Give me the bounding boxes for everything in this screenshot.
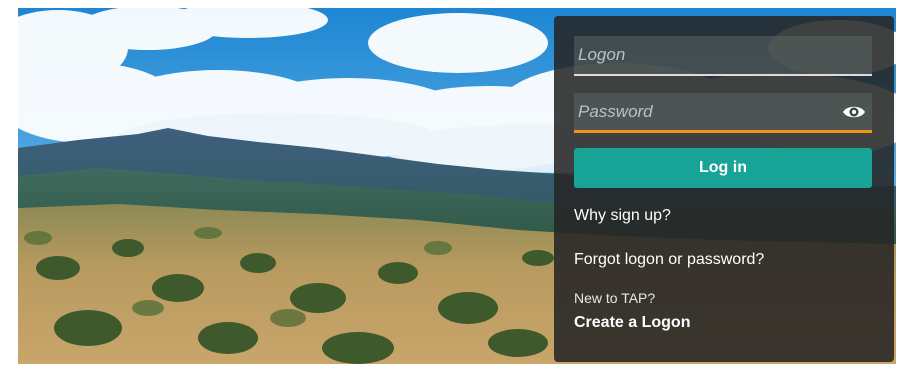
login-button[interactable]: Log in xyxy=(574,148,872,188)
password-input[interactable] xyxy=(574,93,872,130)
eye-icon[interactable] xyxy=(842,103,866,121)
new-to-tap-text: New to TAP? xyxy=(574,290,656,306)
logon-input[interactable] xyxy=(574,36,872,74)
why-sign-up-link[interactable]: Why sign up? xyxy=(574,207,671,225)
password-field[interactable] xyxy=(574,93,872,133)
login-panel: Log in Why sign up? Forgot logon or pass… xyxy=(554,16,894,362)
logon-field[interactable] xyxy=(574,36,872,76)
forgot-logon-link[interactable]: Forgot logon or password? xyxy=(574,251,764,269)
login-page: Log in Why sign up? Forgot logon or pass… xyxy=(18,8,896,364)
create-logon-link[interactable]: Create a Logon xyxy=(574,314,690,332)
